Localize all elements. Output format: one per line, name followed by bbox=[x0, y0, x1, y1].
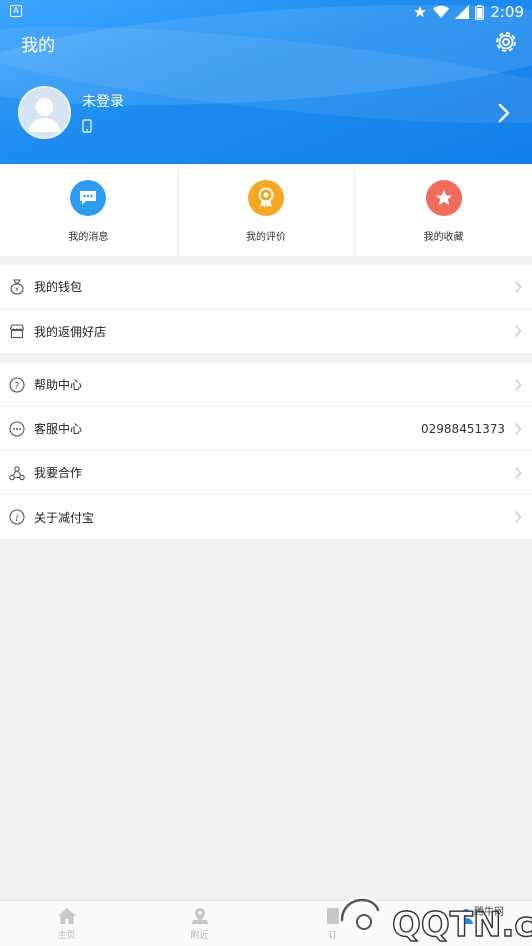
notification-icon: A bbox=[10, 5, 22, 17]
menu-item-label: 客服中心 bbox=[34, 422, 83, 436]
award-ribbon-icon bbox=[248, 180, 284, 216]
battery-icon bbox=[475, 4, 485, 20]
network-nodes-icon bbox=[8, 464, 26, 482]
menu-item-help-center[interactable]: ? 帮助中心 bbox=[0, 363, 532, 407]
quick-action-label: 我的评价 bbox=[246, 232, 286, 243]
menu-item-cooperation[interactable]: 我要合作 bbox=[0, 451, 532, 495]
nav-tab-nearby[interactable]: 附近 bbox=[133, 901, 266, 946]
menu-item-wallet[interactable]: ¥ 我的钱包 bbox=[0, 265, 532, 309]
settings-gear-icon[interactable] bbox=[492, 28, 520, 56]
wifi-icon bbox=[433, 5, 450, 19]
quick-action-label: 我的收藏 bbox=[423, 232, 464, 243]
menu-item-label: 我要合作 bbox=[34, 466, 83, 480]
my-messages-button[interactable]: 我的消息 bbox=[0, 164, 178, 256]
nav-tab-home[interactable]: 主页 bbox=[0, 901, 133, 946]
menu-item-label: 帮助中心 bbox=[34, 378, 83, 392]
chevron-right-icon bbox=[515, 379, 522, 391]
menu-item-customer-service[interactable]: 客服中心 02988451373 bbox=[0, 407, 532, 451]
map-pin-icon bbox=[191, 908, 208, 924]
status-bar: A 2:09 bbox=[0, 0, 532, 24]
avatar[interactable] bbox=[18, 86, 71, 139]
page-title: 我的 bbox=[21, 36, 55, 56]
menu-item-label: 我的钱包 bbox=[34, 280, 83, 294]
my-favorites-button[interactable]: 我的收藏 bbox=[355, 164, 532, 256]
question-circle-icon: ? bbox=[8, 376, 26, 394]
menu-item-about[interactable]: i 关于减付宝 bbox=[0, 495, 532, 539]
chevron-right-icon bbox=[515, 511, 522, 523]
menu-item-rebate-shops[interactable]: 我的返佣好店 bbox=[0, 309, 532, 353]
svg-text:?: ? bbox=[15, 381, 20, 391]
chevron-right-icon bbox=[515, 281, 522, 293]
user-silhouette-icon bbox=[28, 98, 61, 132]
info-circle-icon: i bbox=[8, 508, 26, 526]
quick-action-label: 我的消息 bbox=[68, 232, 109, 243]
home-icon bbox=[57, 908, 76, 924]
message-icon bbox=[70, 180, 107, 216]
customer-service-phone[interactable]: 02988451373 bbox=[421, 422, 505, 436]
storefront-icon bbox=[8, 322, 26, 340]
my-reviews-button[interactable]: 我的评价 bbox=[178, 164, 356, 256]
svg-text:¥: ¥ bbox=[15, 286, 19, 293]
chevron-right-icon bbox=[515, 325, 522, 337]
watermark-logo-text: QQTN.com bbox=[392, 905, 532, 945]
star-icon bbox=[414, 6, 427, 18]
nav-tab-label: 附近 bbox=[190, 931, 209, 941]
signal-icon bbox=[455, 5, 470, 19]
login-status-text[interactable]: 未登录 bbox=[82, 91, 124, 111]
clock: 2:09 bbox=[490, 3, 524, 21]
menu-group-wallet: ¥ 我的钱包 我的返佣好店 bbox=[0, 265, 532, 353]
chevron-right-icon bbox=[515, 423, 522, 435]
customer-service-icon bbox=[8, 420, 26, 438]
wallet-bag-icon: ¥ bbox=[8, 278, 26, 296]
phone-icon bbox=[82, 119, 92, 133]
watermark-text: 腾牛网 bbox=[474, 907, 504, 918]
svg-text:i: i bbox=[16, 514, 19, 524]
menu-group-support: ? 帮助中心 客服中心 02988451373 我要合作 i 关于减付宝 bbox=[0, 363, 532, 539]
chevron-right-icon bbox=[515, 467, 522, 479]
profile-header: A 2:09 我的 未登录 bbox=[0, 0, 532, 164]
menu-item-label: 我的返佣好店 bbox=[34, 324, 107, 339]
quick-actions-panel: 我的消息 我的评价 我的收藏 bbox=[0, 164, 532, 256]
nav-tab-label: 主页 bbox=[57, 931, 76, 941]
menu-item-label: 关于减付宝 bbox=[34, 510, 95, 525]
star-icon bbox=[425, 180, 462, 216]
profile-chevron-right-icon[interactable] bbox=[496, 101, 512, 125]
